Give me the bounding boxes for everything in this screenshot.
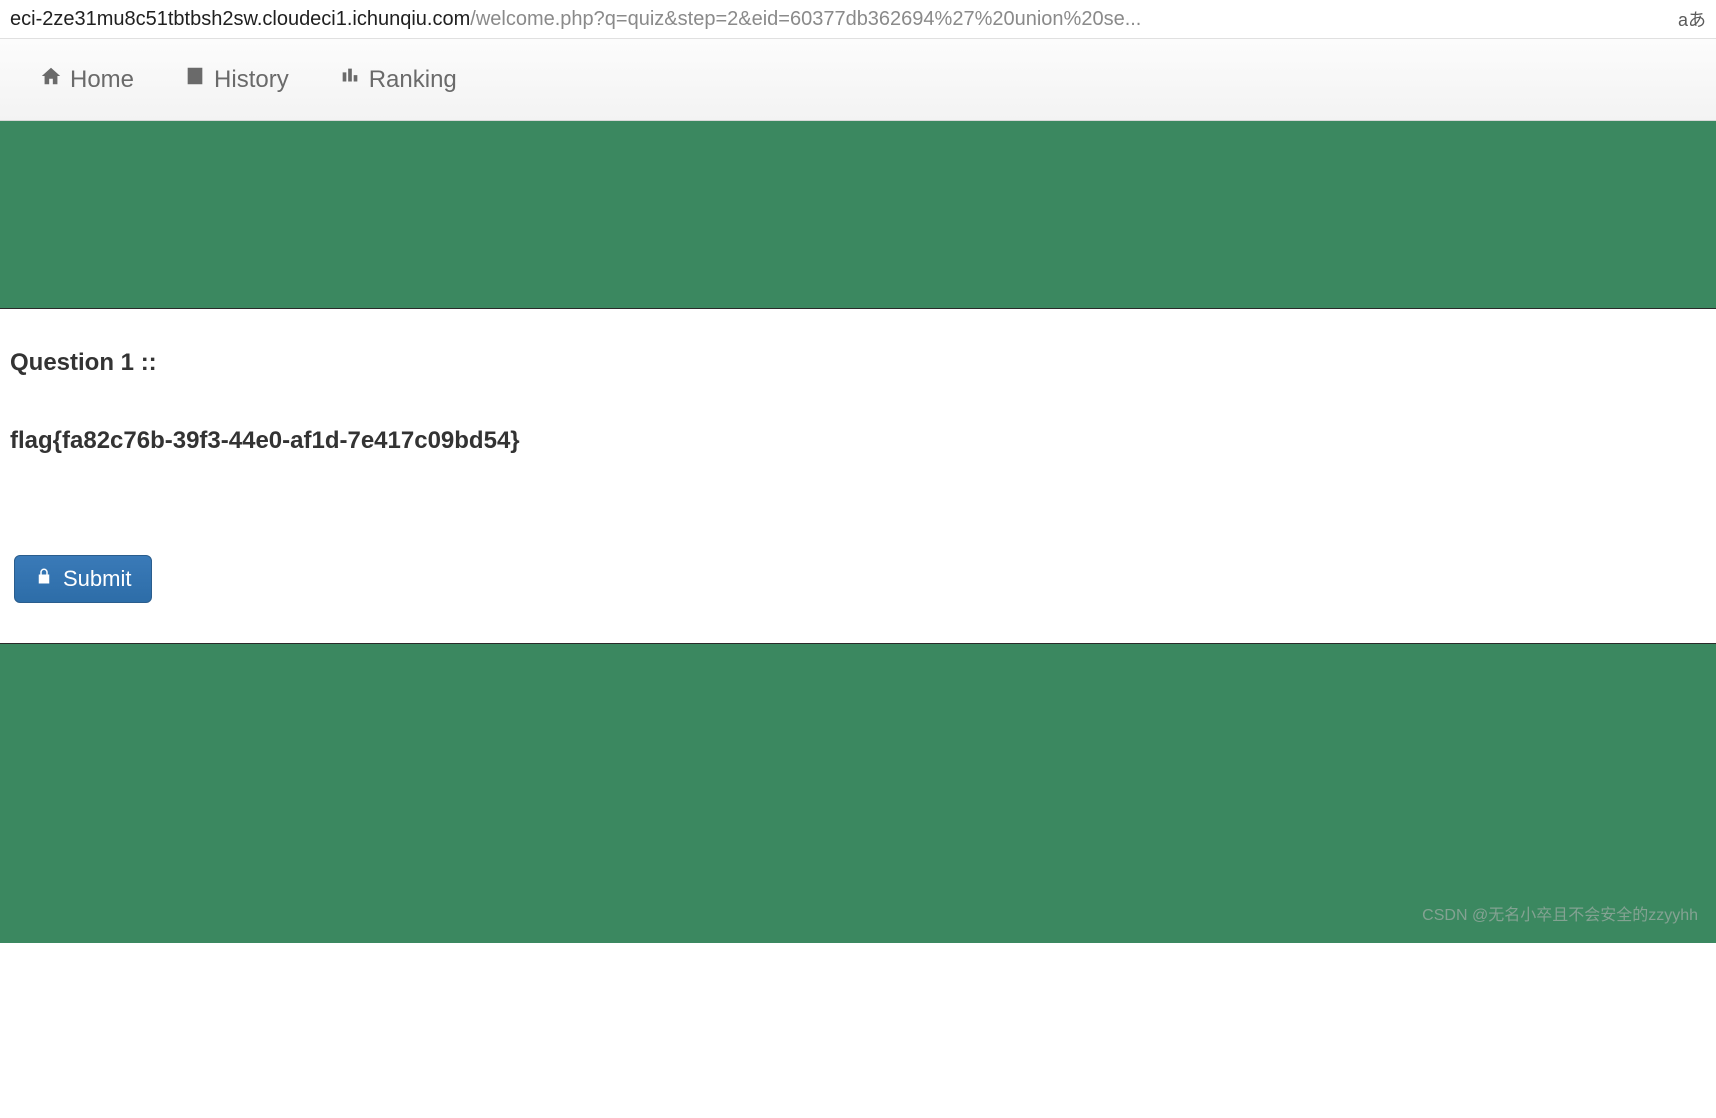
url-domain: eci-2ze31mu8c51tbtbsh2sw.cloudeci1.ichun…: [10, 8, 470, 31]
bottom-banner: CSDN @无名小卒且不会安全的zzyyhh: [0, 643, 1716, 943]
url-bar[interactable]: eci-2ze31mu8c51tbtbsh2sw.cloudeci1.ichun…: [0, 0, 1716, 39]
submit-button-label: Submit: [63, 566, 131, 592]
navigation-bar: Home History Ranking: [0, 39, 1716, 121]
question-header: Question 1 ::: [10, 349, 1706, 377]
ranking-icon: [339, 65, 361, 94]
nav-history[interactable]: History: [184, 65, 289, 94]
history-icon: [184, 65, 206, 94]
content-area: Question 1 :: flag{fa82c76b-39f3-44e0-af…: [0, 309, 1716, 643]
watermark: CSDN @无名小卒且不会安全的zzyyhh: [1422, 901, 1698, 925]
top-banner: [0, 121, 1716, 309]
nav-ranking-label: Ranking: [369, 66, 457, 94]
nav-home[interactable]: Home: [40, 65, 134, 94]
flag-text: flag{fa82c76b-39f3-44e0-af1d-7e417c09bd5…: [10, 427, 1706, 455]
translate-icon[interactable]: aあ: [1678, 6, 1706, 32]
nav-home-label: Home: [70, 66, 134, 94]
home-icon: [40, 65, 62, 94]
nav-history-label: History: [214, 66, 289, 94]
url-path: /welcome.php?q=quiz&step=2&eid=60377db36…: [470, 8, 1666, 31]
lock-icon: [35, 566, 53, 592]
submit-button[interactable]: Submit: [14, 555, 152, 603]
nav-ranking[interactable]: Ranking: [339, 65, 457, 94]
